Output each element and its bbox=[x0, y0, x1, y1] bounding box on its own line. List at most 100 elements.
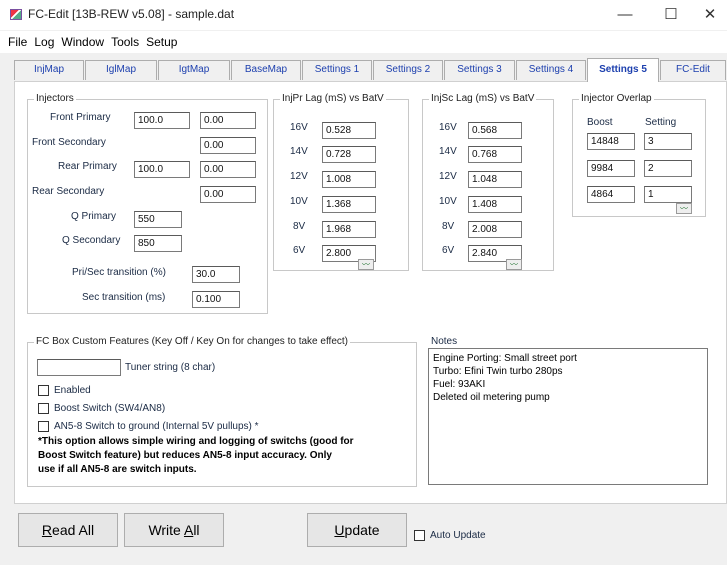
overlap-boost-field[interactable]: 4864 bbox=[587, 186, 635, 203]
overlap-boost-field[interactable]: 14848 bbox=[587, 133, 635, 150]
boost-switch-label: Boost Switch (SW4/AN8) bbox=[54, 403, 166, 414]
injsc-graph-icon[interactable]: 〰 bbox=[506, 259, 522, 270]
injpr-field[interactable]: 0.728 bbox=[322, 146, 376, 163]
write-all-mnemonic: A bbox=[183, 522, 194, 538]
injpr-lag-title: InjPr Lag (mS) vs BatV bbox=[280, 93, 386, 104]
injsc-field[interactable]: 2.008 bbox=[468, 221, 522, 238]
front-secondary-label: Front Secondary bbox=[32, 137, 106, 148]
read-all-button[interactable]: Read All bbox=[18, 513, 118, 547]
injsc-lag-group: InjSc Lag (mS) vs BatV 16V 0.568 14V 0.7… bbox=[422, 93, 554, 271]
front-secondary-field[interactable]: 0.00 bbox=[200, 137, 256, 154]
enabled-checkbox[interactable] bbox=[38, 385, 49, 396]
tab-settings-4[interactable]: Settings 4 bbox=[516, 60, 586, 80]
injpr-field[interactable]: 0.528 bbox=[322, 122, 376, 139]
overlap-setting-field[interactable]: 2 bbox=[644, 160, 692, 177]
close-button[interactable]: ✕ bbox=[690, 2, 727, 28]
injpr-field[interactable]: 1.368 bbox=[322, 196, 376, 213]
tab-igtmap[interactable]: IgtMap bbox=[158, 60, 230, 80]
tab-settings-3[interactable]: Settings 3 bbox=[444, 60, 515, 80]
injsc-row-label: 12V bbox=[439, 171, 457, 182]
maximize-button[interactable]: ☐ bbox=[651, 2, 691, 28]
update-mnemonic: U bbox=[334, 522, 345, 538]
overlap-setting-field[interactable]: 3 bbox=[644, 133, 692, 150]
window-title: FC-Edit [13B-REW v5.08] - sample.dat bbox=[28, 7, 235, 21]
an58-switch-checkbox[interactable] bbox=[38, 421, 49, 432]
front-primary-field-1[interactable]: 100.0 bbox=[134, 112, 190, 129]
prisec-transition-field[interactable]: 30.0 bbox=[192, 266, 240, 283]
tab-basemap[interactable]: BaseMap bbox=[231, 60, 301, 80]
injsc-field[interactable]: 1.048 bbox=[468, 171, 522, 188]
injector-overlap-title: Injector Overlap bbox=[579, 93, 654, 104]
q-primary-label: Q Primary bbox=[71, 211, 116, 222]
auto-update-label: Auto Update bbox=[430, 530, 486, 541]
sec-transition-field[interactable]: 0.100 bbox=[192, 291, 240, 308]
front-primary-label: Front Primary bbox=[50, 112, 111, 123]
injsc-lag-title: InjSc Lag (mS) vs BatV bbox=[429, 93, 537, 104]
front-primary-field-2[interactable]: 0.00 bbox=[200, 112, 256, 129]
tab-fc-edit[interactable]: FC-Edit bbox=[660, 60, 726, 80]
injectors-group: Injectors Front Primary 100.0 0.00 Front… bbox=[27, 93, 268, 314]
write-all-label-end: ll bbox=[193, 522, 200, 538]
injpr-row-label: 16V bbox=[290, 122, 308, 133]
tab-strip: InjMap IglMap IgtMap BaseMap Settings 1 … bbox=[14, 58, 727, 82]
injpr-row-label: 14V bbox=[290, 146, 308, 157]
boost-switch-checkbox[interactable] bbox=[38, 403, 49, 414]
rear-primary-field-1[interactable]: 100.0 bbox=[134, 161, 190, 178]
menu-setup[interactable]: Setup bbox=[144, 35, 182, 49]
notes-textarea[interactable]: Engine Porting: Small street port Turbo:… bbox=[428, 348, 708, 485]
injpr-field[interactable]: 1.968 bbox=[322, 221, 376, 238]
update-button[interactable]: Update bbox=[307, 513, 407, 547]
rear-secondary-label: Rear Secondary bbox=[32, 186, 105, 197]
read-all-label: ead All bbox=[52, 522, 95, 538]
tab-iglmap[interactable]: IglMap bbox=[85, 60, 157, 80]
injpr-row-label: 8V bbox=[293, 221, 306, 232]
injsc-field[interactable]: 1.408 bbox=[468, 196, 522, 213]
notes-title: Notes bbox=[431, 336, 458, 347]
injpr-field[interactable]: 1.008 bbox=[322, 171, 376, 188]
prisec-transition-label: Pri/Sec transition (%) bbox=[72, 267, 166, 278]
rear-primary-field-2[interactable]: 0.00 bbox=[200, 161, 256, 178]
minimize-button[interactable]: — bbox=[605, 2, 645, 28]
injpr-row-label: 10V bbox=[290, 196, 308, 207]
title-bar: FC-Edit [13B-REW v5.08] - sample.dat — ☐… bbox=[0, 0, 727, 30]
update-label: pdate bbox=[344, 522, 380, 538]
custom-features-group: FC Box Custom Features (Key Off / Key On… bbox=[27, 336, 417, 487]
injpr-graph-icon[interactable]: 〰 bbox=[358, 259, 374, 270]
overlap-graph-icon[interactable]: 〰 bbox=[676, 203, 692, 214]
menu-bar: File Log Window Tools Setup bbox=[0, 31, 727, 53]
q-secondary-field[interactable]: 850 bbox=[134, 235, 182, 252]
injsc-row-label: 16V bbox=[439, 122, 457, 133]
notes-line: Deleted oil metering pump bbox=[433, 392, 550, 403]
tab-settings-2[interactable]: Settings 2 bbox=[373, 60, 443, 80]
write-all-button[interactable]: Write All bbox=[124, 513, 224, 547]
boost-column-header: Boost bbox=[587, 117, 613, 128]
note-line-1: *This option allows simple wiring and lo… bbox=[38, 436, 354, 447]
injsc-row-label: 6V bbox=[442, 245, 455, 256]
injectors-title: Injectors bbox=[34, 93, 76, 104]
tab-injmap[interactable]: InjMap bbox=[14, 60, 84, 80]
q-secondary-label: Q Secondary bbox=[62, 235, 121, 246]
tuner-string-field[interactable] bbox=[37, 359, 121, 376]
menu-file[interactable]: File bbox=[6, 35, 32, 49]
notes-group: Notes Engine Porting: Small street port … bbox=[424, 336, 710, 487]
rear-primary-label: Rear Primary bbox=[58, 161, 117, 172]
injpr-row-label: 12V bbox=[290, 171, 308, 182]
injsc-field[interactable]: 0.568 bbox=[468, 122, 522, 139]
overlap-setting-field[interactable]: 1 bbox=[644, 186, 692, 203]
injsc-field[interactable]: 0.768 bbox=[468, 146, 522, 163]
rear-secondary-field[interactable]: 0.00 bbox=[200, 186, 256, 203]
menu-window[interactable]: Window bbox=[59, 35, 109, 49]
menu-log[interactable]: Log bbox=[32, 35, 59, 49]
tab-settings-1[interactable]: Settings 1 bbox=[302, 60, 372, 80]
app-window: FC-Edit [13B-REW v5.08] - sample.dat — ☐… bbox=[0, 0, 727, 565]
q-primary-field[interactable]: 550 bbox=[134, 211, 182, 228]
tab-settings-5[interactable]: Settings 5 bbox=[587, 58, 659, 82]
settings-panel: Injectors Front Primary 100.0 0.00 Front… bbox=[14, 81, 727, 504]
notes-line: Fuel: 93AKI bbox=[433, 379, 486, 390]
enabled-label: Enabled bbox=[54, 385, 91, 396]
note-line-2: Boost Switch feature) but reduces AN5-8 … bbox=[38, 450, 332, 461]
overlap-boost-field[interactable]: 9984 bbox=[587, 160, 635, 177]
auto-update-checkbox[interactable] bbox=[414, 530, 425, 541]
menu-tools[interactable]: Tools bbox=[109, 35, 144, 49]
tuner-string-label: Tuner string (8 char) bbox=[125, 362, 216, 373]
